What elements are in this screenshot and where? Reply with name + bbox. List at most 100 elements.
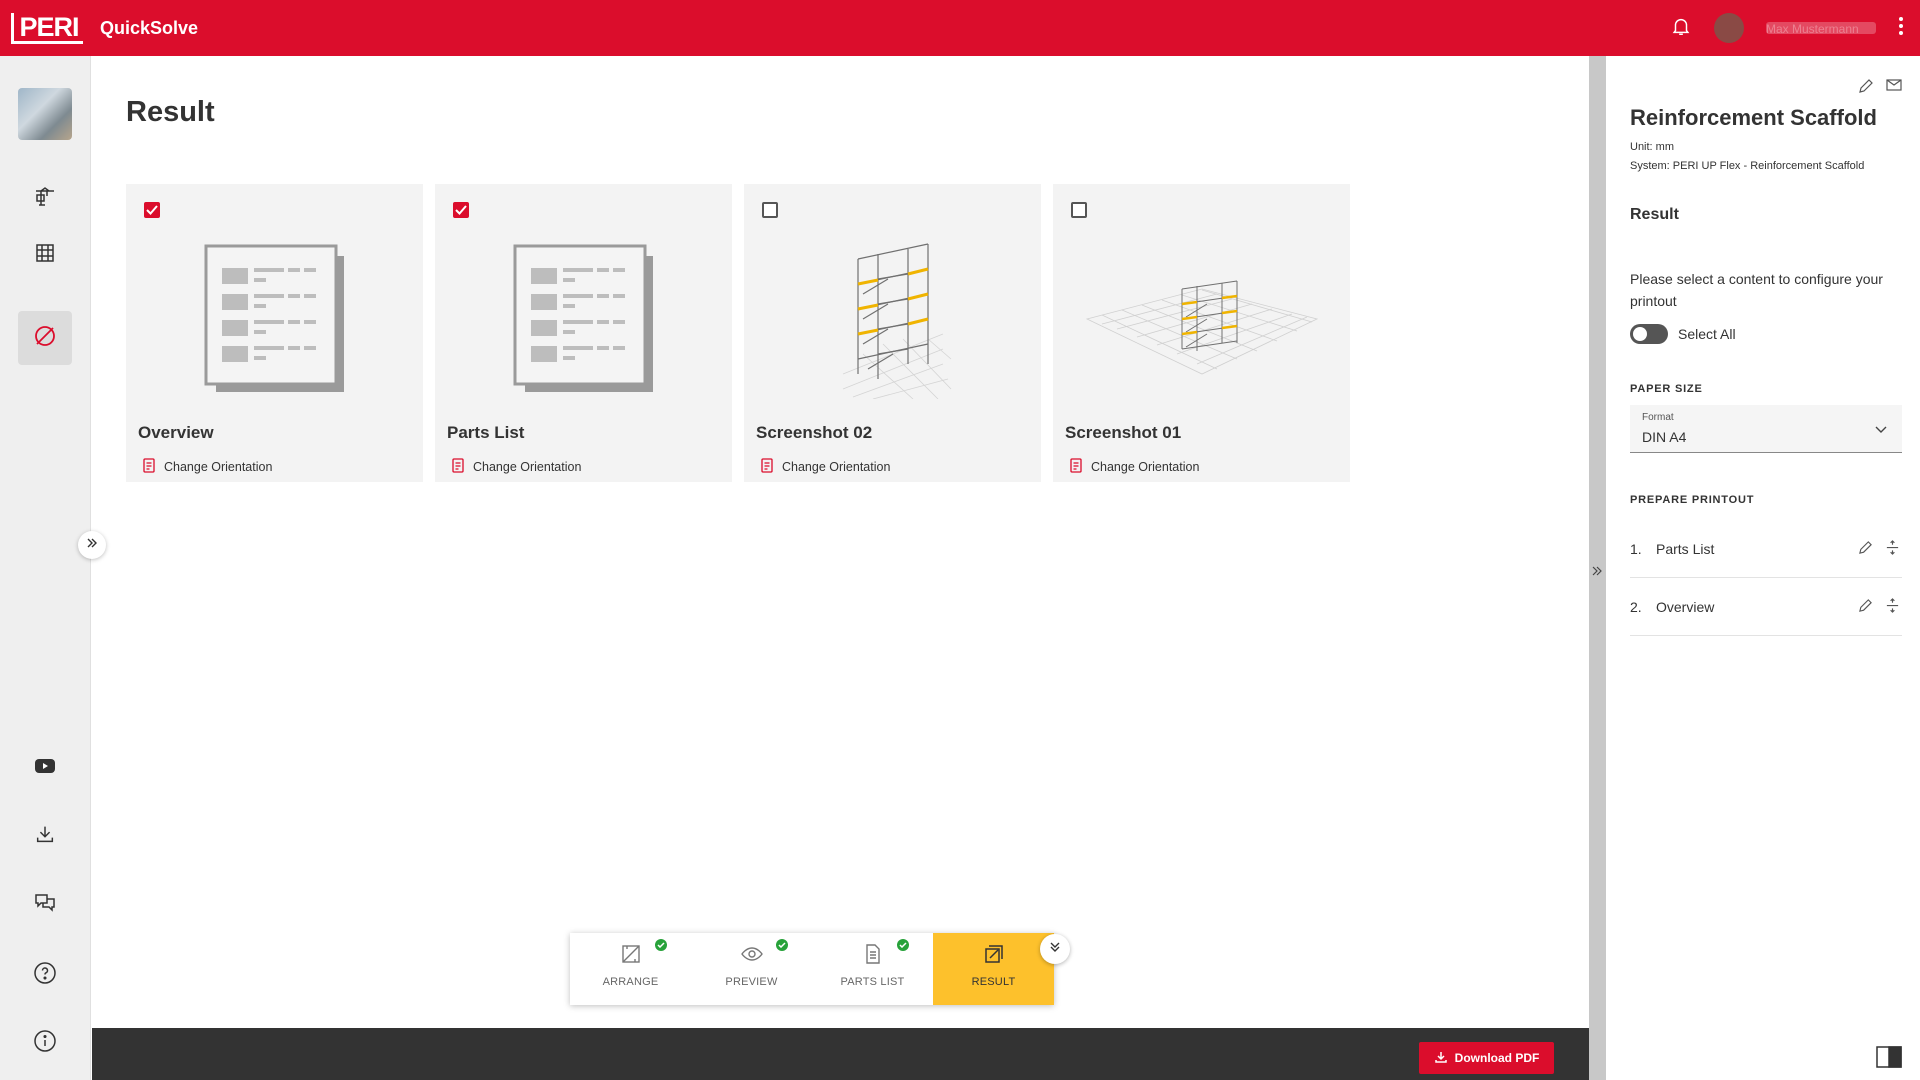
toggle-knob [1633, 327, 1647, 341]
card-checkbox[interactable] [762, 202, 778, 218]
crane-icon [33, 185, 57, 214]
change-orientation-label: Change Orientation [473, 460, 582, 474]
pencil-icon[interactable] [1858, 598, 1873, 616]
document-thumbnail [435, 239, 732, 399]
sidebar-expand-button[interactable] [78, 531, 106, 559]
step-arrange[interactable]: ARRANGE [570, 933, 691, 1005]
result-card-overview[interactable]: Overview Change Orientation [126, 184, 423, 482]
info-icon [33, 1029, 57, 1058]
workflow-stepper: ARRANGE PREVIEW PARTS LIST RESULT [570, 933, 1054, 1005]
section-title: Result [1630, 206, 1679, 223]
result-icon [983, 943, 1005, 968]
pencil-icon[interactable] [1858, 540, 1873, 558]
brand-logo-text: PERI [11, 12, 83, 44]
sidebar-item-info[interactable] [18, 1016, 72, 1070]
sidebar-item-site[interactable] [18, 172, 72, 226]
bell-icon[interactable] [1670, 15, 1692, 42]
sidebar-item-download[interactable] [18, 809, 72, 863]
result-circle-icon [32, 323, 58, 354]
page-orientation-icon [1070, 458, 1082, 476]
card-checkbox[interactable] [453, 202, 469, 218]
project-thumbnail[interactable] [18, 88, 72, 140]
list-item-number: 2. [1630, 598, 1642, 615]
unit-text: Unit: mm [1630, 141, 1674, 153]
download-pdf-button[interactable]: Download PDF [1419, 1042, 1554, 1074]
bottom-bar: Download PDF [92, 1028, 1589, 1080]
stepper-collapse-button[interactable] [1040, 934, 1070, 964]
check-circle-icon [897, 939, 909, 951]
chat-icon [33, 892, 57, 919]
change-orientation-link[interactable]: Change Orientation [1070, 458, 1199, 476]
more-vertical-icon[interactable] [1898, 16, 1904, 41]
sidebar-item-video[interactable] [18, 741, 72, 795]
list-item-number: 1. [1630, 540, 1642, 557]
card-title: Overview [138, 423, 214, 442]
top-bar: PERI QuickSolve Max Mustermann [0, 0, 1920, 56]
sidebar-item-chat[interactable] [18, 878, 72, 932]
result-card-screenshot-02[interactable]: Screenshot 02 Change Orientation [744, 184, 1041, 482]
panel-splitter[interactable] [1589, 56, 1606, 1080]
result-cards: Overview Change Orientation Parts List C… [126, 184, 1350, 482]
scaffold-wide-thumbnail [1053, 239, 1350, 399]
mail-icon[interactable] [1886, 78, 1902, 99]
list-item[interactable]: 1. Parts List [1630, 520, 1902, 578]
result-card-screenshot-01[interactable]: Screenshot 01 Change Orientation [1053, 184, 1350, 482]
section-description: Please select a content to configure you… [1630, 271, 1883, 309]
step-result[interactable]: RESULT [933, 933, 1054, 1005]
panel-layout-icon[interactable] [1876, 1046, 1902, 1068]
select-all-row: Select All [1630, 324, 1736, 344]
download-icon [34, 823, 56, 850]
document-icon [862, 943, 884, 968]
pencil-icon[interactable] [1858, 78, 1874, 99]
scaffold-icon [33, 241, 57, 270]
check-circle-icon [655, 939, 667, 951]
page-orientation-icon [452, 458, 464, 476]
reorder-icon[interactable] [1885, 598, 1900, 616]
reorder-icon[interactable] [1885, 540, 1900, 558]
system-text: System: PERI UP Flex - Reinforcement Sca… [1630, 160, 1865, 172]
prepare-printout-label: PREPARE PRINTOUT [1630, 494, 1755, 506]
format-value: DIN A4 [1642, 429, 1687, 445]
user-avatar[interactable] [1714, 13, 1744, 43]
step-label: RESULT [971, 976, 1016, 988]
sidebar-item-scaffold[interactable] [18, 228, 72, 282]
paper-size-label: PAPER SIZE [1630, 383, 1703, 395]
printout-list: 1. Parts List 2. Overview [1630, 520, 1902, 636]
help-icon [33, 961, 57, 990]
card-checkbox[interactable] [144, 202, 160, 218]
card-checkbox[interactable] [1071, 202, 1087, 218]
step-preview[interactable]: PREVIEW [691, 933, 812, 1005]
scaffold-closeup-thumbnail [744, 239, 1041, 399]
right-panel: Reinforcement Scaffold Unit: mm System: … [1606, 56, 1920, 1080]
card-title: Parts List [447, 423, 525, 442]
list-item-name: Overview [1656, 598, 1715, 615]
list-item-name: Parts List [1656, 540, 1715, 557]
change-orientation-label: Change Orientation [782, 460, 891, 474]
format-label: Format [1642, 412, 1674, 423]
format-select[interactable]: Format DIN A4 [1630, 405, 1902, 453]
select-all-toggle[interactable] [1630, 324, 1668, 344]
list-item[interactable]: 2. Overview [1630, 578, 1902, 636]
panel-title: Reinforcement Scaffold [1630, 105, 1877, 130]
sidebar-item-result[interactable] [18, 311, 72, 365]
change-orientation-label: Change Orientation [164, 460, 273, 474]
change-orientation-label: Change Orientation [1091, 460, 1200, 474]
sidebar-item-help[interactable] [18, 948, 72, 1002]
change-orientation-link[interactable]: Change Orientation [761, 458, 890, 476]
change-orientation-link[interactable]: Change Orientation [452, 458, 581, 476]
page-orientation-icon [761, 458, 773, 476]
download-pdf-label: Download PDF [1454, 1051, 1540, 1065]
download-icon [1434, 1050, 1448, 1067]
user-name[interactable]: Max Mustermann [1766, 22, 1876, 34]
chevron-down-icon [1874, 421, 1888, 439]
step-parts-list[interactable]: PARTS LIST [812, 933, 933, 1005]
peri-logo[interactable]: PERI [11, 11, 83, 45]
result-card-parts-list[interactable]: Parts List Change Orientation [435, 184, 732, 482]
step-label: PARTS LIST [840, 976, 905, 988]
check-circle-icon [776, 939, 788, 951]
change-orientation-link[interactable]: Change Orientation [143, 458, 272, 476]
double-chevron-right-icon[interactable] [1592, 564, 1603, 582]
document-thumbnail [126, 239, 423, 399]
left-sidebar [0, 56, 91, 1080]
step-label: ARRANGE [602, 976, 659, 988]
